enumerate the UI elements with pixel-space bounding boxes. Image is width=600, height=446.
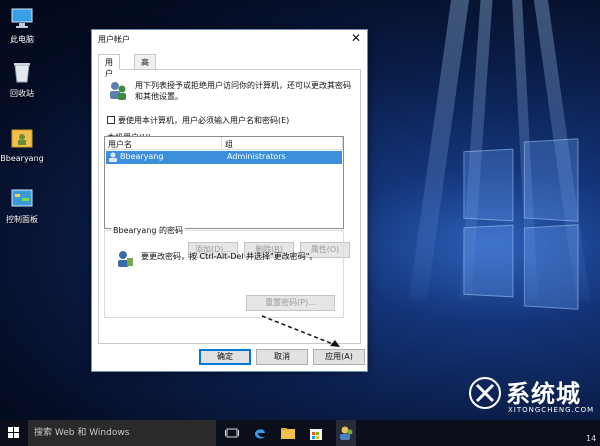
site-watermark: 系统城 XITONGCHENG.COM: [468, 372, 600, 420]
store-icon[interactable]: [308, 425, 324, 441]
windows-start-icon[interactable]: [8, 427, 20, 439]
ok-button[interactable]: 确定: [199, 349, 251, 365]
control-panel-icon: [10, 186, 34, 210]
edge-browser-icon[interactable]: [252, 425, 268, 441]
desktop-icon-this-pc[interactable]: 此电脑: [0, 6, 47, 45]
desktop-icon-label: Bbearyang: [0, 154, 44, 163]
desktop-icon-label: 控制面板: [6, 215, 38, 224]
password-groupbox: Bbearyang 的密码 要更改密码，按 Ctrl-Alt-Del 并选择"更…: [104, 225, 344, 318]
password-group-title: Bbearyang 的密码: [111, 225, 186, 236]
annotation-arrow-icon: [261, 315, 340, 347]
task-view-icon[interactable]: [224, 425, 240, 441]
desktop-icon-label: 回收站: [10, 89, 34, 98]
require-password-checkbox[interactable]: [107, 116, 115, 124]
light-beam: [408, 0, 470, 300]
cell-username: Bbearyang: [120, 152, 164, 161]
taskbar-clock[interactable]: 14: [586, 434, 596, 443]
desktop-icon-label: 此电脑: [10, 35, 34, 44]
reset-password-button[interactable]: 重置密码(P)...: [246, 295, 335, 311]
password-user-icon: [115, 249, 135, 269]
watermark-brand: 系统城: [506, 380, 581, 408]
user-accounts-dialog: 用户帐户 ✕ 用户 高级 用下列表授予或拒绝用户访问你的计算机，还可以更改其密码…: [91, 29, 368, 372]
column-header-username[interactable]: 用户名: [105, 137, 222, 150]
dialog-title: 用户帐户: [98, 35, 130, 44]
user-folder-icon: [10, 126, 34, 150]
watermark-logo-icon: [469, 377, 501, 409]
user-accounts-taskbar-icon[interactable]: [336, 420, 356, 446]
column-header-group[interactable]: 组: [222, 137, 343, 150]
file-explorer-icon[interactable]: [280, 425, 296, 441]
users-icon: [107, 80, 129, 102]
user-icon: [108, 152, 118, 162]
watermark-url: XITONGCHENG.COM: [508, 406, 595, 414]
desktop-icon-user-folder[interactable]: Bbearyang: [0, 126, 47, 163]
logo-pane: [523, 224, 579, 310]
close-icon[interactable]: ✕: [351, 31, 361, 45]
users-listview[interactable]: 用户名 组 Bbearyang Administrators: [104, 136, 344, 229]
recycle-bin-icon: [10, 60, 34, 84]
taskbar-search-box[interactable]: 搜索 Web 和 Windows: [28, 420, 216, 446]
logo-pane: [463, 148, 514, 222]
logo-pane: [523, 138, 579, 222]
table-row[interactable]: Bbearyang Administrators: [106, 151, 342, 164]
desktop: 此电脑 回收站 Bbearyang 控制面板 用户帐户 ✕ 用户 高级: [0, 0, 600, 446]
tab-advanced[interactable]: 高级: [134, 54, 156, 78]
dialog-description: 用下列表授予或拒绝用户访问你的计算机，还可以更改其密码和其他设置。: [135, 81, 351, 101]
require-password-label: 要使用本计算机，用户必须输入用户名和密码(E): [118, 116, 290, 125]
tab-users[interactable]: 用户: [98, 54, 120, 78]
logo-pane: [463, 224, 514, 298]
taskbar: 搜索 Web 和 Windows 14: [0, 420, 600, 446]
desktop-icon-control-panel[interactable]: 控制面板: [0, 186, 47, 225]
computer-icon: [10, 6, 34, 30]
dialog-titlebar[interactable]: 用户帐户 ✕: [92, 30, 367, 48]
cell-group: Administrators: [227, 152, 286, 161]
password-help-text: 要更改密码，按 Ctrl-Alt-Del 并选择"更改密码"。: [141, 252, 318, 261]
desktop-icon-recycle-bin[interactable]: 回收站: [0, 60, 47, 99]
